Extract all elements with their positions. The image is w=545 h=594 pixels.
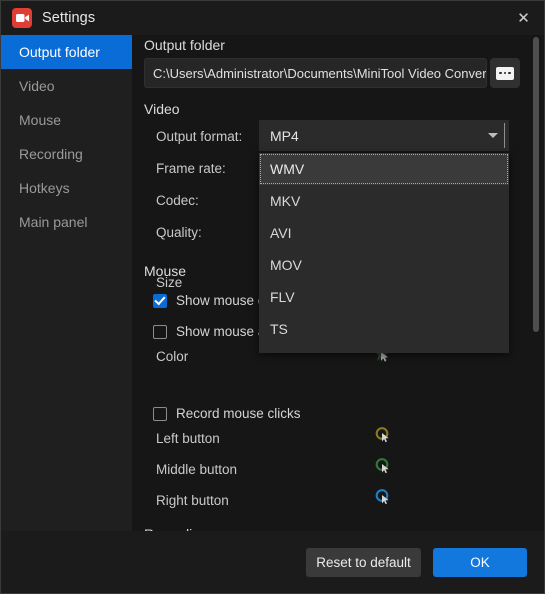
dropdown-option-label: MOV xyxy=(270,257,302,273)
dropdown-option-ts[interactable]: TS xyxy=(259,313,509,345)
output-folder-path-value: C:\Users\Administrator\Documents\MiniToo… xyxy=(153,65,487,81)
section-title-output-folder: Output folder xyxy=(144,37,225,53)
sidebar-item-mouse[interactable]: Mouse xyxy=(1,103,132,137)
checkbox-box xyxy=(153,406,167,421)
settings-window: Settings ✕ Output folder Video Mouse Rec… xyxy=(0,0,545,594)
sidebar-item-label: Mouse xyxy=(19,112,62,128)
sidebar-item-video[interactable]: Video xyxy=(1,69,132,103)
dialog-footer: Reset to default OK xyxy=(1,531,544,593)
sidebar-item-label: Video xyxy=(19,78,55,94)
sidebar-item-main-panel[interactable]: Main panel xyxy=(1,205,132,239)
record-mouse-clicks-label: Record mouse clicks xyxy=(176,406,301,421)
output-format-value: MP4 xyxy=(270,127,299,144)
close-icon[interactable]: ✕ xyxy=(501,1,544,34)
mouse-size-label: Size xyxy=(156,275,183,290)
ellipsis-icon xyxy=(496,66,514,80)
scrollbar-thumb[interactable] xyxy=(533,37,539,332)
select-caret xyxy=(504,123,505,148)
dropdown-option-label: WMV xyxy=(270,161,305,177)
reset-to-default-button[interactable]: Reset to default xyxy=(306,548,421,577)
reset-to-default-label: Reset to default xyxy=(316,555,411,570)
middle-button-label: Middle button xyxy=(156,462,238,477)
codec-label: Codec: xyxy=(156,193,199,208)
left-button-cursor-ring-icon[interactable] xyxy=(374,426,392,444)
chevron-down-icon xyxy=(488,133,498,138)
middle-button-cursor-ring-icon[interactable] xyxy=(374,457,392,475)
output-format-select[interactable]: MP4 xyxy=(259,120,509,151)
browse-folder-button[interactable] xyxy=(490,58,520,88)
dropdown-option-wmv[interactable]: WMV xyxy=(259,153,509,185)
frame-rate-label: Frame rate: xyxy=(156,161,226,176)
checkbox-box xyxy=(153,293,167,308)
window-title: Settings xyxy=(42,10,96,26)
dropdown-option-label: TS xyxy=(270,321,288,337)
sidebar: Output folder Video Mouse Recording Hotk… xyxy=(1,35,132,593)
dropdown-option-label: MKV xyxy=(270,193,301,209)
video-camera-icon xyxy=(12,8,32,28)
section-title-video: Video xyxy=(144,101,180,117)
mouse-color-label: Color xyxy=(156,349,189,364)
sidebar-item-label: Hotkeys xyxy=(19,180,70,196)
dropdown-option-mov[interactable]: MOV xyxy=(259,249,509,281)
left-button-label: Left button xyxy=(156,431,220,446)
sidebar-item-hotkeys[interactable]: Hotkeys xyxy=(1,171,132,205)
dropdown-option-label: AVI xyxy=(270,225,292,241)
sidebar-item-label: Main panel xyxy=(19,214,88,230)
checkbox-box xyxy=(153,324,167,339)
right-button-cursor-ring-icon[interactable] xyxy=(374,488,392,506)
record-mouse-clicks-checkbox[interactable]: Record mouse clicks xyxy=(144,406,301,421)
sidebar-item-label: Output folder xyxy=(19,44,100,60)
ok-button[interactable]: OK xyxy=(433,548,527,577)
content-scrollbar[interactable] xyxy=(531,37,541,531)
right-button-label: Right button xyxy=(156,493,229,508)
output-format-label: Output format: xyxy=(156,129,243,144)
dropdown-option-mkv[interactable]: MKV xyxy=(259,185,509,217)
output-format-dropdown-list[interactable]: WMV MKV AVI MOV FLV TS xyxy=(259,153,509,353)
dropdown-option-flv[interactable]: FLV xyxy=(259,281,509,313)
dropdown-option-label: FLV xyxy=(270,289,295,305)
sidebar-item-label: Recording xyxy=(19,146,83,162)
dropdown-option-avi[interactable]: AVI xyxy=(259,217,509,249)
output-folder-path-input[interactable]: C:\Users\Administrator\Documents\MiniToo… xyxy=(144,58,487,88)
sidebar-item-output-folder[interactable]: Output folder xyxy=(1,35,132,69)
title-bar: Settings ✕ xyxy=(1,1,544,35)
sidebar-item-recording[interactable]: Recording xyxy=(1,137,132,171)
ok-label: OK xyxy=(470,555,490,570)
quality-label: Quality: xyxy=(156,225,202,240)
